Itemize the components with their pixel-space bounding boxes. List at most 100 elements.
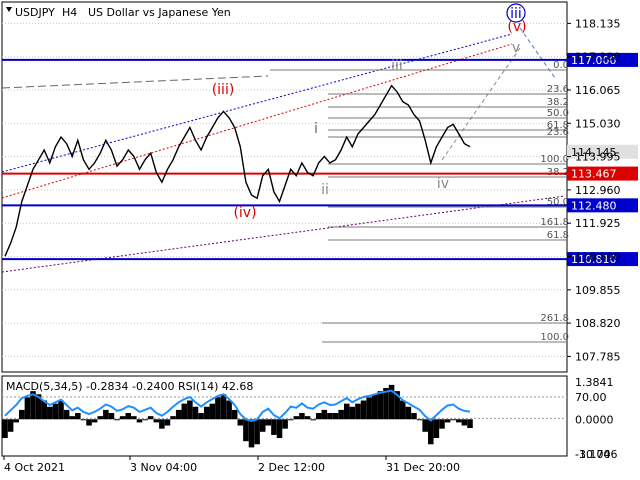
macd-bar xyxy=(259,419,266,432)
wave-label: (iii) xyxy=(212,82,235,98)
macd-bar xyxy=(282,419,288,429)
macd-bar xyxy=(321,409,328,420)
fib-label: 38.2 xyxy=(547,97,569,108)
x-tick-label: 2 Dec 12:00 xyxy=(258,461,325,474)
wave-label: (iv) xyxy=(233,205,256,221)
level-price-label: 113.467 xyxy=(571,168,617,181)
macd-bar xyxy=(215,397,221,420)
macd-bar xyxy=(405,406,412,420)
fib-label: 23.6 xyxy=(547,127,569,138)
macd-bar xyxy=(181,403,188,420)
y-tick-label: 108.820 xyxy=(575,317,621,330)
macd-bar xyxy=(271,419,277,435)
macd-bar xyxy=(248,419,255,448)
macd-bar xyxy=(422,419,428,432)
macd-bar xyxy=(366,397,372,420)
macd-bar xyxy=(142,419,148,421)
macd-bar xyxy=(461,419,468,426)
macd-bar xyxy=(164,419,171,426)
macd-bar xyxy=(108,413,115,420)
macd-bar xyxy=(226,400,232,420)
macd-bar xyxy=(80,419,87,421)
wave-label: iv xyxy=(437,176,449,192)
fib-label: 0.0 xyxy=(553,60,569,71)
macd-bar xyxy=(136,419,143,423)
wave-label: iii xyxy=(510,6,522,22)
y-tick-label: 116.065 xyxy=(575,84,621,97)
macd-bar xyxy=(444,419,451,423)
macd-bar xyxy=(467,419,473,429)
macd-bar xyxy=(69,416,75,420)
y-tick-label: 115.030 xyxy=(575,117,621,130)
macd-bar xyxy=(304,416,311,420)
y-tick-label: 113.995 xyxy=(575,151,621,164)
macd-bar xyxy=(315,413,322,420)
wave-label: ii xyxy=(321,182,329,198)
indicator-y-label: 70.00 xyxy=(575,391,607,404)
indicator-y-label: 0.0000 xyxy=(575,413,614,426)
macd-bar xyxy=(276,419,283,439)
y-tick-label: 112.960 xyxy=(575,184,621,197)
macd-bar xyxy=(428,419,434,445)
fib-label: 100.0 xyxy=(540,332,569,343)
macd-bar xyxy=(19,409,25,420)
macd-bar xyxy=(349,406,356,420)
macd-bar xyxy=(203,406,210,420)
x-axis-labels: 4 Oct 2021 3 Nov 04:00 2 Dec 12:00 31 Dec 2… xyxy=(3,456,460,474)
macd-bar xyxy=(91,419,98,423)
macd-bar xyxy=(371,394,378,420)
macd-bar xyxy=(103,409,109,420)
macd-bar xyxy=(338,409,344,420)
macd-bar xyxy=(153,419,160,423)
macd-bar xyxy=(411,413,417,420)
wave-label: i xyxy=(314,121,318,137)
macd-bar xyxy=(131,416,137,420)
macd-bar xyxy=(7,419,14,432)
chart-description: US Dollar vs Japanese Yen xyxy=(88,6,231,19)
macd-bar xyxy=(416,419,423,421)
macd-bar xyxy=(147,416,154,420)
y-tick-label: 117.100 xyxy=(575,51,621,64)
macd-bar xyxy=(75,413,81,420)
macd-bar xyxy=(187,400,193,420)
chart-area: 0.023.638.250.061.823.6100.038.250.0161.… xyxy=(1,1,638,474)
chart-symbol: USDJPY xyxy=(15,6,55,19)
fib-label: 161.8 xyxy=(540,217,569,228)
macd-bar xyxy=(192,406,199,420)
y-tick-label: 118.135 xyxy=(575,17,621,30)
macd-bar xyxy=(114,419,120,421)
y-axis-labels: 118.135 117.100 116.065 115.030 113.995 112.9… xyxy=(567,17,621,461)
fib-label: 50.0 xyxy=(547,197,569,208)
macd-bar xyxy=(293,416,300,420)
macd-bar xyxy=(287,419,294,421)
x-tick-label: 4 Oct 2021 xyxy=(4,461,65,474)
level-price-label: 112.480 xyxy=(571,199,617,212)
macd-bar xyxy=(175,409,182,420)
macd-bar xyxy=(47,406,53,420)
macd-bar xyxy=(24,397,31,420)
macd-bar xyxy=(237,419,244,426)
fib-label: 100.0 xyxy=(540,154,569,165)
chart-timeframe: H4 xyxy=(62,6,77,19)
macd-bar xyxy=(2,419,8,439)
macd-bar xyxy=(377,391,384,420)
wave-label: v xyxy=(512,40,520,56)
macd-bar xyxy=(159,419,165,429)
macd-bar xyxy=(170,416,176,420)
macd-bar xyxy=(327,413,333,420)
macd-bar xyxy=(343,403,350,420)
macd-bar xyxy=(254,419,260,445)
macd-bar xyxy=(439,419,445,429)
macd-bar xyxy=(265,419,272,426)
macd-bar xyxy=(86,419,92,426)
x-tick-label: 3 Nov 04:00 xyxy=(130,461,197,474)
indicator-y-label: 1.3841 xyxy=(575,376,614,389)
macd-bar xyxy=(209,403,216,420)
macd-bar xyxy=(97,416,104,420)
macd-bar xyxy=(310,419,316,421)
wave-label: iii xyxy=(391,58,403,74)
y-tick-label: 107.785 xyxy=(575,350,621,363)
macd-bar xyxy=(360,400,367,420)
y-tick-label: 109.855 xyxy=(575,284,621,297)
macd-bar xyxy=(220,394,227,420)
